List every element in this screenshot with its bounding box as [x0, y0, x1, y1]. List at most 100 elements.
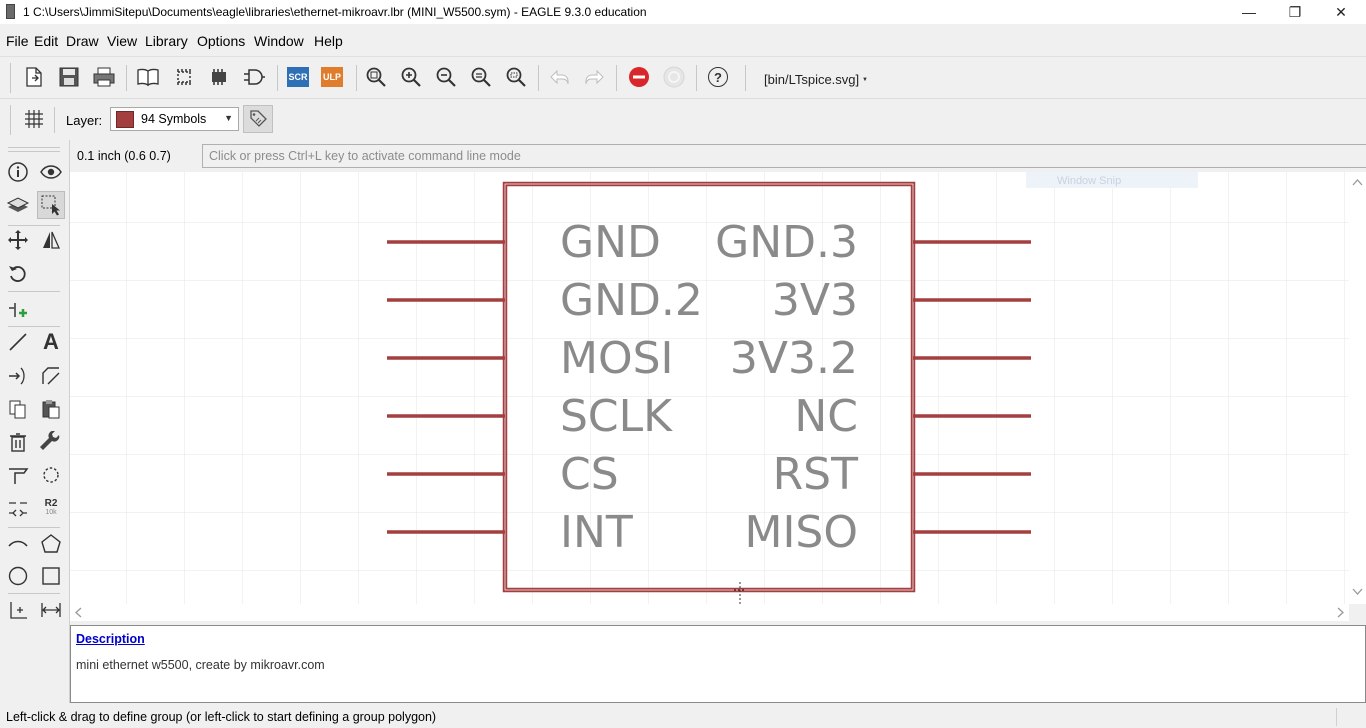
zoom-in-icon[interactable]	[397, 63, 425, 91]
layer-toolbar: Layer: 94 Symbols ▼	[0, 98, 1366, 140]
name-value-icon[interactable]: R2 10k	[37, 494, 65, 522]
pin-label-right: 3V3	[772, 275, 858, 326]
rectangle-icon[interactable]	[37, 562, 65, 590]
miter-icon[interactable]	[37, 362, 65, 390]
package-icon[interactable]	[170, 63, 198, 91]
scr-icon[interactable]: SCR	[284, 63, 312, 91]
dimension-icon[interactable]	[37, 596, 65, 624]
line-icon[interactable]	[4, 328, 32, 356]
menu-edit[interactable]: Edit	[34, 33, 58, 49]
palette-separator	[8, 291, 60, 292]
palette-separator	[8, 527, 60, 528]
toolbar-separator	[126, 65, 127, 91]
toolbar-separator	[538, 65, 539, 91]
pin-label-right: MISO	[744, 507, 858, 558]
symbol-icon[interactable]	[240, 63, 268, 91]
rotate-icon[interactable]	[4, 259, 32, 287]
info-icon[interactable]	[4, 158, 32, 186]
save-icon[interactable]	[55, 63, 83, 91]
layer-select-value: 94 Symbols	[141, 112, 207, 126]
pin-label-left: INT	[560, 507, 633, 558]
mark-origin-icon[interactable]	[4, 596, 32, 624]
zoom-fit-icon[interactable]	[362, 63, 390, 91]
close-button[interactable]: ✕	[1318, 0, 1364, 24]
layer-color-swatch	[116, 111, 134, 128]
toolbar-separator	[696, 65, 697, 91]
pin-label-right: 3V3.2	[730, 333, 858, 384]
wrench-icon[interactable]	[37, 428, 65, 456]
command-bar: 0.1 inch (0.6 0.7) ▼	[70, 140, 1366, 172]
paste-icon[interactable]	[37, 395, 65, 423]
ulp-path-dropdown-icon[interactable]: ▼	[862, 77, 868, 83]
layer-select[interactable]: 94 Symbols ▼	[110, 107, 239, 131]
status-bar: Left-click & drag to define group (or le…	[0, 704, 1366, 728]
mirror-icon[interactable]	[37, 226, 65, 254]
help-icon[interactable]: ?	[704, 63, 732, 91]
command-input[interactable]	[203, 145, 1366, 167]
circle-icon[interactable]	[4, 562, 32, 590]
grid-coordinate-readout: 0.1 inch (0.6 0.7)	[77, 149, 171, 163]
group-select-icon[interactable]	[37, 191, 65, 219]
go-icon[interactable]	[660, 63, 688, 91]
tag-icon[interactable]	[243, 105, 273, 133]
command-line[interactable]: ▼	[202, 144, 1366, 168]
delete-trash-icon[interactable]	[4, 428, 32, 456]
zoom-select-icon[interactable]	[502, 63, 530, 91]
library-book-icon[interactable]	[134, 63, 162, 91]
add-pin-icon[interactable]	[4, 296, 32, 324]
toolbar-separator	[745, 65, 746, 91]
vertical-scrollbar[interactable]	[1349, 172, 1366, 604]
ulp-icon[interactable]: ULP	[318, 63, 346, 91]
layers-icon[interactable]	[4, 191, 32, 219]
pin-label-right: GND.3	[715, 217, 858, 268]
pin-label-right: RST	[773, 449, 859, 500]
show-eye-icon[interactable]	[37, 158, 65, 186]
resize-grip[interactable]	[1336, 708, 1362, 726]
zoom-redraw-icon[interactable]	[467, 63, 495, 91]
menu-window[interactable]: Window	[254, 33, 304, 49]
menu-draw[interactable]: Draw	[66, 33, 99, 49]
copy-icon[interactable]	[4, 395, 32, 423]
move-icon[interactable]	[4, 226, 32, 254]
stop-icon[interactable]	[625, 63, 653, 91]
toolbar-grip	[10, 63, 11, 93]
palette-grip	[8, 147, 60, 148]
smash-icon[interactable]	[37, 461, 65, 489]
redo-icon[interactable]	[580, 63, 608, 91]
menu-options[interactable]: Options	[197, 33, 245, 49]
minimize-button[interactable]: —	[1226, 0, 1272, 24]
palette-separator	[8, 593, 60, 594]
description-link[interactable]: Description	[76, 632, 145, 646]
pin-direction-icon[interactable]	[4, 362, 32, 390]
grid-icon[interactable]	[20, 105, 48, 133]
window-snip-ghost-label: Window Snip	[1057, 175, 1121, 187]
menu-library[interactable]: Library	[145, 33, 188, 49]
app-icon	[6, 4, 15, 19]
device-icon[interactable]	[205, 63, 233, 91]
menu-help[interactable]: Help	[314, 33, 343, 49]
toolbar-separator	[356, 65, 357, 91]
scroll-up-icon	[1352, 179, 1363, 186]
pin-label-right: NC	[794, 391, 858, 442]
toolbar-grip	[10, 105, 11, 135]
swap-icon[interactable]	[4, 494, 32, 522]
window-title: 1 C:\Users\JimmiSitepu\Documents\eagle\l…	[23, 5, 647, 19]
text-icon[interactable]: A	[37, 328, 65, 356]
menu-view[interactable]: View	[107, 33, 137, 49]
undo-icon[interactable]	[546, 63, 574, 91]
layer-label: Layer:	[66, 113, 103, 128]
palette-separator	[8, 326, 60, 327]
toolbar-separator	[54, 107, 55, 133]
split-icon[interactable]	[4, 461, 32, 489]
zoom-out-icon[interactable]	[432, 63, 460, 91]
ulp-path-label[interactable]: [bin/LTspice.svg]	[764, 72, 859, 87]
schematic-symbol: Window Snip GND GND.2 MOSI SCLK CS INT GND.3 3V…	[70, 172, 1349, 604]
drawing-canvas[interactable]: Window Snip GND GND.2 MOSI SCLK CS INT GND.3 3V…	[70, 172, 1349, 604]
new-file-icon[interactable]	[20, 63, 48, 91]
arc-icon[interactable]	[4, 530, 32, 558]
polygon-icon[interactable]	[37, 530, 65, 558]
horizontal-scrollbar[interactable]	[70, 604, 1349, 621]
menu-file[interactable]: File	[6, 33, 29, 49]
restore-button[interactable]: ❐	[1272, 0, 1318, 24]
print-icon[interactable]	[90, 63, 118, 91]
